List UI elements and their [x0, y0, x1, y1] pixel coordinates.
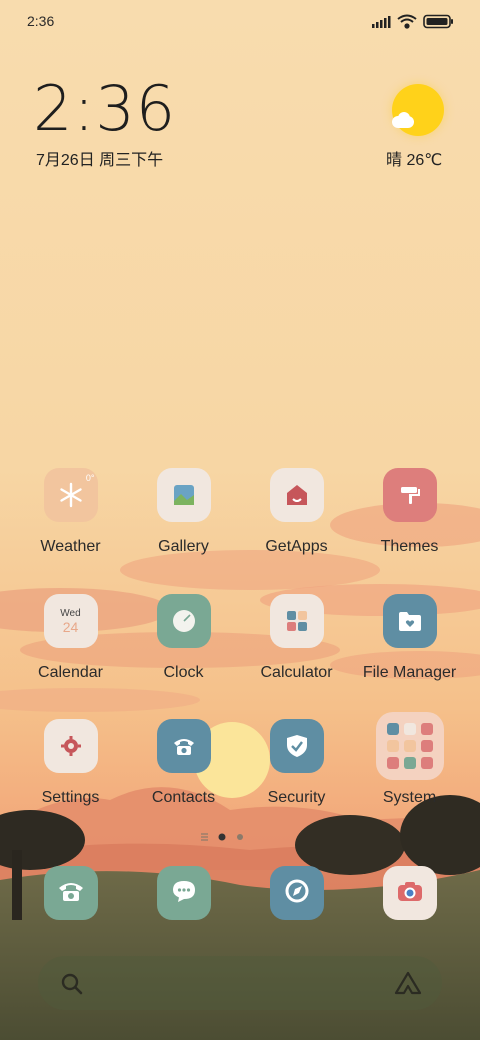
app-label: Calendar [38, 664, 103, 681]
page-dot [237, 834, 243, 840]
app-label: File Manager [362, 664, 457, 681]
app-label: Calculator [260, 664, 333, 681]
app-label: Contacts [151, 789, 216, 806]
app-settings[interactable]: Settings [14, 719, 127, 807]
page-dot-active [218, 833, 226, 841]
battery-icon [423, 14, 453, 29]
folder-icon [382, 594, 437, 648]
app-calendar[interactable]: Wed 24 Calendar [14, 594, 127, 682]
browser-icon [284, 878, 310, 909]
status-time: 2:36 [27, 13, 55, 29]
app-gallery[interactable]: Gallery [127, 468, 240, 556]
dock-browser-button[interactable] [270, 866, 324, 920]
image-icon [156, 468, 211, 522]
message-icon [171, 879, 197, 908]
app-label: Security [267, 789, 326, 806]
app-calculator[interactable]: Calculator [240, 594, 353, 682]
app-label: Settings [41, 789, 100, 806]
calendar-day: Wed [60, 607, 81, 619]
app-system-folder[interactable]: System [353, 712, 466, 807]
app-label: Clock [163, 664, 204, 681]
calendar-icon: Wed 24 [43, 594, 98, 648]
dock-phone-button[interactable] [44, 866, 98, 920]
search-bar[interactable] [38, 956, 442, 1010]
clock-widget-time[interactable]: 2:36 [33, 72, 176, 145]
app-security[interactable]: Security [240, 719, 353, 807]
dock-camera-button[interactable] [383, 866, 437, 920]
app-label: GetApps [265, 538, 328, 555]
weather-badge: 0° [85, 473, 95, 483]
calendar-date: 24 [62, 618, 79, 635]
app-clock[interactable]: Clock [127, 594, 240, 682]
camera-icon [396, 880, 424, 907]
page-list-icon [201, 833, 208, 841]
assistant-icon[interactable] [394, 971, 422, 995]
app-contacts[interactable]: Contacts [127, 719, 240, 807]
app-themes[interactable]: Themes [353, 468, 466, 556]
gear-icon [43, 719, 98, 773]
snowflake-icon: 0° [43, 468, 98, 522]
app-label: System [382, 789, 437, 806]
phone-icon [57, 879, 85, 908]
dock-messages-button[interactable] [157, 866, 211, 920]
clock-icon [156, 594, 211, 648]
signal-icon [372, 16, 391, 28]
store-icon [269, 468, 324, 522]
clock-widget-date: 7月26日 周三下午 [36, 152, 164, 169]
weather-text: 晴 26℃ [386, 152, 443, 169]
page-indicator[interactable] [200, 830, 260, 842]
app-getapps[interactable]: GetApps [240, 468, 353, 556]
phone-book-icon [156, 719, 211, 773]
app-label: Themes [380, 538, 439, 555]
wifi-icon [397, 14, 417, 29]
paint-roller-icon [382, 468, 437, 522]
sun-cloud-icon[interactable] [392, 84, 444, 136]
app-weather[interactable]: 0° Weather [14, 468, 127, 556]
calculator-icon [269, 594, 324, 648]
app-label: Weather [40, 538, 101, 555]
folder-grid-icon [375, 712, 444, 780]
search-icon [61, 973, 83, 995]
app-file-manager[interactable]: File Manager [353, 594, 466, 682]
status-icons [372, 13, 454, 31]
shield-icon [269, 719, 324, 773]
app-label: Gallery [158, 538, 209, 555]
